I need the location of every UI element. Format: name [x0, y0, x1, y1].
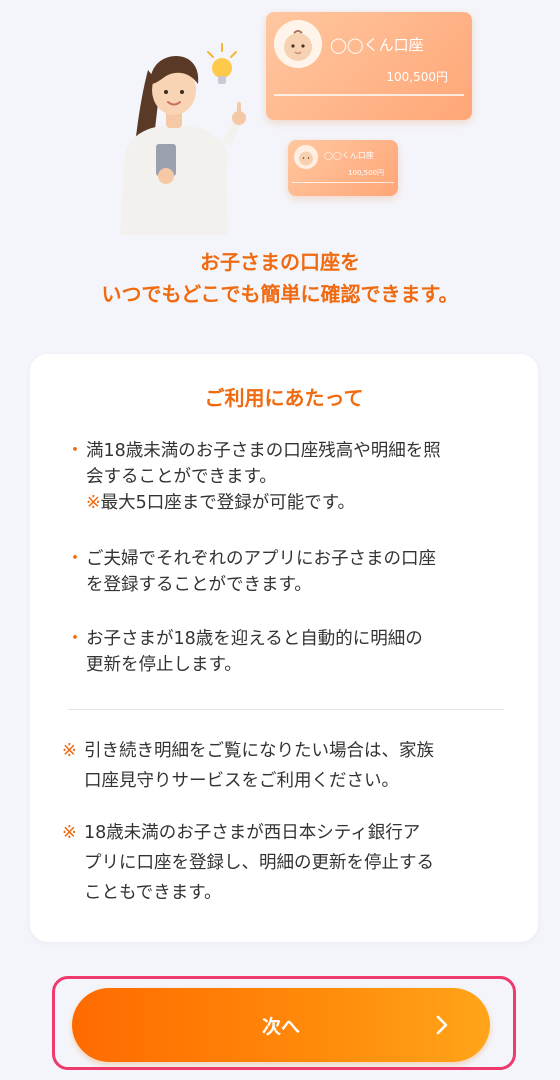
- bullet-dot: ・: [66, 628, 84, 649]
- note-text-line: 口座見守りサービスをご利用ください。: [84, 771, 399, 791]
- chevron-right-icon: [436, 1015, 448, 1035]
- account-card-large: ◯◯くん口座 100,500円: [266, 12, 472, 120]
- section-divider: [68, 709, 504, 710]
- bullet-text-line: 会することができます。: [86, 467, 277, 487]
- bullet-text-line: 満18歳未満のお子さまの口座残高や明細を照: [86, 441, 441, 461]
- usage-notes-panel: ご利用にあたって ・ 満18歳未満のお子さまの口座残高や明細を照 会することがで…: [30, 354, 538, 942]
- account-name-small: ◯◯くん口座: [324, 151, 374, 160]
- hero-illustration: ◯◯くん口座 100,500円 ◯◯くん口座 100,500円: [0, 0, 560, 235]
- next-button-label: 次へ: [261, 1016, 300, 1038]
- headline-line-2: いつでもどこでも簡単に確認できます。: [101, 282, 459, 306]
- bullet-text-line: を登録することができます。: [86, 575, 312, 595]
- note-text-line: 引き続き明細をご覧になりたい場合は、家族: [84, 741, 434, 761]
- baby-avatar: [274, 20, 322, 68]
- card-divider: [274, 94, 464, 96]
- page-headline: お子さまの口座を いつでもどこでも簡単に確認できます。: [0, 246, 560, 310]
- account-balance-small: 100,500円: [348, 169, 384, 177]
- bullet-dot: ・: [66, 548, 84, 569]
- bullet-note: ※最大5口座まで登録が可能です。: [86, 490, 516, 516]
- bullet-text-line: お子さまが18歳を迎えると自動的に明細の: [86, 629, 423, 649]
- note-mark: ※: [62, 823, 77, 843]
- headline-line-1: お子さまの口座を: [200, 250, 360, 274]
- account-name: ◯◯くん口座: [330, 36, 424, 54]
- bullet-dot: ・: [66, 440, 84, 461]
- bullet-text-line: ご夫婦でそれぞれのアプリにお子さまの口座: [86, 549, 436, 569]
- next-button[interactable]: 次へ: [72, 988, 490, 1062]
- panel-title: ご利用にあたって: [204, 386, 364, 410]
- note-text-line: こともできます。: [84, 883, 222, 903]
- bullet-note-text: ※最大5口座まで登録が可能です。: [86, 493, 356, 513]
- woman-illustration: [120, 56, 246, 235]
- account-balance: 100,500円: [386, 70, 448, 84]
- note-text-line: 18歳未満のお子さまが西日本シティ銀行ア: [84, 823, 421, 843]
- note-text-line: プリに口座を登録し、明細の更新を停止する: [84, 853, 434, 873]
- note-mark: ※: [62, 741, 77, 761]
- baby-avatar-small: [294, 145, 318, 169]
- card-divider-small: [292, 182, 394, 183]
- account-card-small: ◯◯くん口座 100,500円: [288, 140, 398, 196]
- bullet-text-line: 更新を停止します。: [86, 655, 242, 675]
